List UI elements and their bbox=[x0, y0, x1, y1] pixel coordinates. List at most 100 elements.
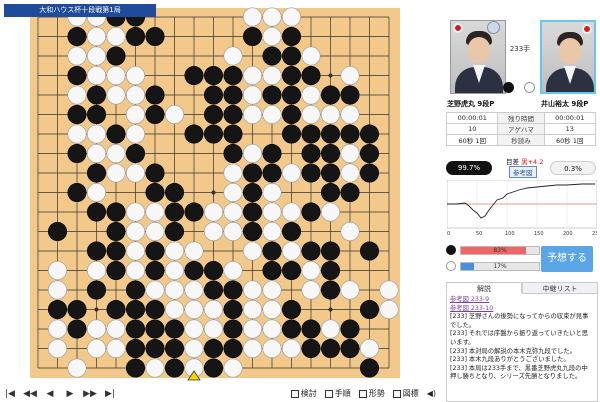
black-stone bbox=[67, 299, 87, 319]
white-stone bbox=[87, 26, 107, 46]
black-stone bbox=[184, 202, 204, 222]
black-stone bbox=[320, 241, 340, 261]
analysis-button[interactable]: 検討 bbox=[290, 388, 317, 399]
graph-tick-label: 233 bbox=[592, 231, 597, 236]
first-move-icon[interactable]: |◀ bbox=[0, 389, 20, 399]
black-stone bbox=[320, 280, 340, 300]
white-stone bbox=[320, 105, 340, 125]
black-prediction-row: 83% bbox=[446, 244, 546, 256]
predict-button[interactable]: 予想する bbox=[541, 246, 593, 272]
go-board-area[interactable] bbox=[0, 0, 440, 385]
white-stone bbox=[223, 163, 243, 183]
commentary-box[interactable]: 参考図 233-9 参考図 233-10 [233] 芝野さんの後勢になってから… bbox=[446, 294, 598, 402]
white-stone bbox=[67, 358, 87, 378]
white-stone bbox=[87, 183, 107, 203]
shape-button[interactable]: 形勢 bbox=[358, 388, 385, 399]
black-stone bbox=[281, 299, 301, 319]
white-stone bbox=[243, 7, 263, 27]
tab-commentary[interactable]: 解説 bbox=[446, 282, 522, 294]
black-stone bbox=[165, 222, 185, 242]
white-stone bbox=[106, 319, 126, 339]
black-stone bbox=[165, 338, 185, 358]
black-stone bbox=[223, 105, 243, 125]
white-stone bbox=[165, 241, 185, 261]
black-stone bbox=[106, 202, 126, 222]
japan-flag-icon bbox=[583, 25, 591, 33]
black-stone bbox=[106, 241, 126, 261]
black-stone bbox=[262, 241, 282, 261]
white-prediction-bar: 17% bbox=[460, 262, 540, 271]
comment-line: [233] 本対局の解説の本木克弥九段でした。 bbox=[450, 347, 576, 355]
black-stone bbox=[204, 280, 224, 300]
white-stone bbox=[165, 299, 185, 319]
black-stone bbox=[106, 299, 126, 319]
capture-button[interactable]: 図標 bbox=[392, 388, 419, 399]
black-elapsed: 00:00:01 bbox=[445, 112, 499, 124]
black-stone bbox=[204, 358, 224, 378]
white-stone bbox=[320, 319, 340, 339]
comment-line: [233] それでは序盤から振り返っていきたいと思います。 bbox=[450, 330, 589, 346]
white-stone bbox=[262, 66, 282, 86]
forward-one-icon[interactable]: ▶ bbox=[60, 389, 80, 399]
white-stone bbox=[262, 280, 282, 300]
white-stone bbox=[47, 260, 67, 280]
black-stone bbox=[87, 105, 107, 125]
score-diff-label: 目差 bbox=[506, 158, 519, 166]
white-stone bbox=[126, 66, 146, 86]
graph-tick-label: 150 bbox=[534, 231, 544, 236]
black-stone bbox=[145, 105, 165, 125]
remaining-time-label: 残り時間 bbox=[497, 112, 545, 124]
black-stone bbox=[281, 105, 301, 125]
black-stone bbox=[301, 163, 321, 183]
sound-icon[interactable]: ◀) bbox=[427, 389, 436, 398]
reference-diagram-button[interactable]: 参考図 bbox=[509, 166, 537, 178]
black-stone bbox=[301, 66, 321, 86]
reference-link[interactable]: 参考図 233-10 bbox=[450, 305, 594, 314]
white-stone bbox=[47, 338, 67, 358]
white-stone bbox=[145, 222, 165, 242]
black-stone bbox=[126, 144, 146, 164]
white-stone bbox=[204, 202, 224, 222]
white-stone bbox=[106, 338, 126, 358]
comment-line: [233] 本局は233手まで、黒番芝野虎丸九段の中押し勝ちとなり、シリーズ先勝… bbox=[450, 364, 588, 381]
white-stone bbox=[87, 144, 107, 164]
white-stone bbox=[281, 7, 301, 27]
back-one-icon[interactable]: ◀ bbox=[40, 389, 60, 399]
white-stone bbox=[223, 46, 243, 66]
white-stone bbox=[243, 299, 263, 319]
black-stone bbox=[243, 222, 263, 242]
black-stone bbox=[281, 26, 301, 46]
white-stone-icon bbox=[524, 82, 535, 93]
black-stone bbox=[165, 358, 185, 378]
black-stone bbox=[243, 163, 263, 183]
forward-ten-icon[interactable]: ▶▶ bbox=[80, 389, 100, 399]
white-stone bbox=[243, 241, 263, 261]
last-move-icon[interactable]: ▶| bbox=[100, 389, 120, 399]
comment-line: [233] 芝野さんの後勢になってからの収束が見事でした。 bbox=[450, 313, 589, 329]
black-stone bbox=[262, 85, 282, 105]
white-stone bbox=[126, 222, 146, 242]
white-stone bbox=[87, 260, 107, 280]
tab-relay-list[interactable]: 中継リスト bbox=[522, 282, 598, 294]
white-stone bbox=[67, 85, 87, 105]
white-stone bbox=[67, 46, 87, 66]
white-stone bbox=[87, 46, 107, 66]
white-stone bbox=[262, 202, 282, 222]
white-stone bbox=[145, 202, 165, 222]
black-stone bbox=[204, 105, 224, 125]
white-stone bbox=[145, 358, 165, 378]
moves-button[interactable]: 手順 bbox=[324, 388, 351, 399]
black-stone bbox=[106, 46, 126, 66]
black-stone bbox=[67, 183, 87, 203]
black-stone bbox=[204, 338, 224, 358]
black-stone bbox=[106, 124, 126, 144]
win-rate-row: 99.7% 目差 黒+4.2 参考図 0.3% bbox=[446, 156, 596, 180]
white-stone bbox=[126, 124, 146, 144]
back-ten-icon[interactable]: ◀◀ bbox=[20, 389, 40, 399]
go-board[interactable] bbox=[0, 0, 440, 385]
black-stone bbox=[320, 85, 340, 105]
reference-link[interactable]: 参考図 233-9 bbox=[450, 296, 594, 305]
white-stone bbox=[262, 183, 282, 203]
white-stone bbox=[106, 66, 126, 86]
black-stone bbox=[145, 85, 165, 105]
